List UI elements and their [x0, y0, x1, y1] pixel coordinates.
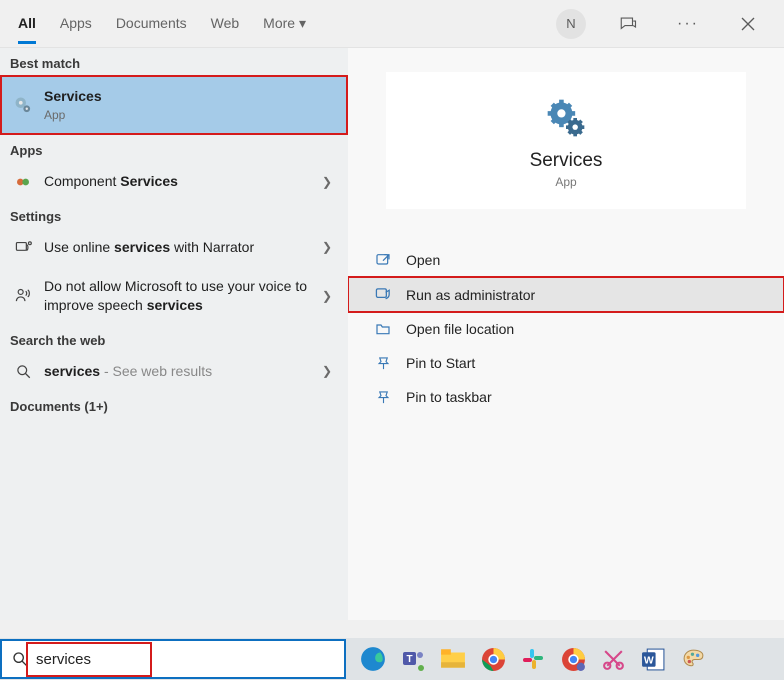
services-app-icon: [544, 96, 588, 140]
taskbar-search[interactable]: [0, 639, 346, 679]
section-settings: Settings: [0, 201, 348, 228]
teams-icon[interactable]: T: [398, 644, 428, 674]
result-subtitle: App: [44, 107, 336, 123]
svg-text:W: W: [643, 655, 653, 666]
chevron-right-icon: ❯: [322, 240, 332, 254]
svg-text:T: T: [406, 654, 412, 665]
result-voice-services[interactable]: Do not allow Microsoft to use your voice…: [0, 267, 348, 325]
word-icon[interactable]: W: [638, 644, 668, 674]
result-label-prefix: Use online: [44, 239, 114, 255]
tab-all[interactable]: All: [18, 3, 36, 44]
action-pin-to-taskbar[interactable]: Pin to taskbar: [348, 380, 784, 414]
section-apps: Apps: [0, 135, 348, 162]
result-web-services[interactable]: services - See web results ❯: [0, 352, 348, 391]
tab-documents[interactable]: Documents: [116, 3, 187, 44]
result-title: Services: [44, 87, 336, 106]
action-label: Pin to Start: [406, 355, 475, 371]
snip-icon[interactable]: [598, 644, 628, 674]
result-label-suffix: - See web results: [100, 363, 212, 379]
more-options-icon[interactable]: ···: [670, 6, 706, 42]
admin-shield-icon: [374, 286, 392, 303]
gear-icon: [14, 96, 32, 114]
action-label: Open file location: [406, 321, 514, 337]
action-run-as-administrator[interactable]: Run as administrator: [348, 277, 784, 312]
result-label-suffix: with Narrator: [170, 239, 254, 255]
preview-subtitle: App: [555, 175, 576, 189]
action-open[interactable]: Open: [348, 243, 784, 277]
result-services-app[interactable]: Services App: [0, 75, 348, 135]
component-services-icon: [14, 174, 32, 190]
preview-title: Services: [530, 150, 603, 172]
result-label-prefix: Component: [44, 173, 120, 189]
folder-icon: [374, 321, 392, 337]
narrator-icon: [14, 239, 32, 256]
result-component-services[interactable]: Component Services ❯: [0, 162, 348, 201]
user-avatar[interactable]: N: [556, 9, 586, 39]
taskbar-apps: T W: [358, 644, 708, 674]
result-label-bold: services: [114, 239, 170, 255]
result-label-bold: services: [147, 297, 203, 313]
search-icon: [12, 651, 28, 667]
results-panel: Best match Services App Apps Component S…: [0, 48, 348, 620]
section-documents: Documents (1+): [0, 391, 348, 418]
file-explorer-icon[interactable]: [438, 644, 468, 674]
chrome-icon[interactable]: [478, 644, 508, 674]
tab-apps[interactable]: Apps: [60, 3, 92, 44]
search-tabs: All Apps Documents Web More ▾ N ···: [0, 0, 784, 48]
action-open-file-location[interactable]: Open file location: [348, 312, 784, 346]
open-icon: [374, 252, 392, 268]
pin-icon: [374, 356, 392, 371]
result-label-bold: services: [44, 363, 100, 379]
result-label-bold: Services: [120, 173, 178, 189]
close-icon[interactable]: [730, 6, 766, 42]
paint-icon[interactable]: [678, 644, 708, 674]
section-best-match: Best match: [0, 48, 348, 75]
section-search-web: Search the web: [0, 325, 348, 352]
pin-icon: [374, 390, 392, 405]
chevron-right-icon: ❯: [322, 175, 332, 189]
preview-actions: Open Run as administrator Open file loca…: [348, 243, 784, 414]
action-label: Open: [406, 252, 440, 268]
edge-icon[interactable]: [358, 644, 388, 674]
chevron-right-icon: ❯: [322, 289, 332, 303]
slack-icon[interactable]: [518, 644, 548, 674]
voice-icon: [14, 287, 32, 304]
search-icon: [14, 364, 32, 379]
action-label: Run as administrator: [406, 287, 535, 303]
action-pin-to-start[interactable]: Pin to Start: [348, 346, 784, 380]
taskbar: T W: [0, 638, 784, 680]
action-label: Pin to taskbar: [406, 389, 492, 405]
search-input[interactable]: [36, 651, 334, 668]
feedback-icon[interactable]: [610, 6, 646, 42]
result-narrator-services[interactable]: Use online services with Narrator ❯: [0, 228, 348, 267]
tab-web[interactable]: Web: [211, 3, 240, 44]
chevron-right-icon: ❯: [322, 364, 332, 378]
preview-panel: Services App Open Run as administrator O…: [348, 48, 784, 620]
tab-more[interactable]: More ▾: [263, 3, 306, 45]
chrome-beta-icon[interactable]: [558, 644, 588, 674]
